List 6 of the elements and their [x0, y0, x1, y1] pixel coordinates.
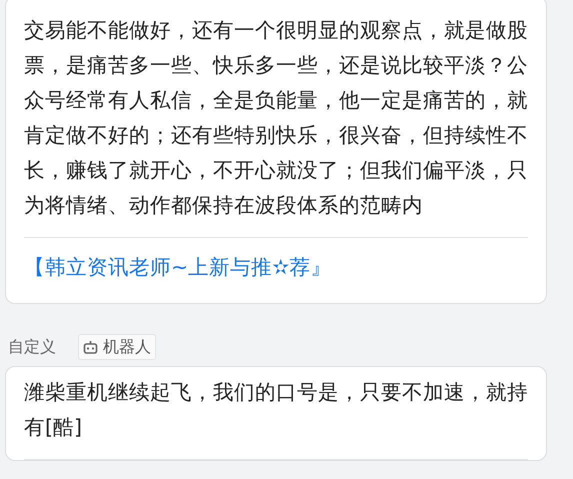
robot-tag: 机器人 — [78, 334, 156, 360]
robot-icon — [83, 340, 98, 354]
recommend-link[interactable]: 【韩立资讯老师~上新与推✫荐』 — [24, 252, 332, 283]
post-text: 交易能不能做好，还有一个很明显的观察点，就是做股票，是痛苦多一些、快乐多一些，还是说比较平淡？公众号经常有人私信，全是负能量，他一定是痛苦的，就肯定做不好的；还有些特别快乐，很兴奋，但持续性不长，赚钱了就开心，不开心就没了；但我们偏平淡，只为将情绪、动作都保持在波段体系的范畴内 — [24, 17, 528, 219]
post-text: 潍柴重机继续起飞，我们的口号是，只要不加速，就持有[酷] — [24, 378, 528, 441]
author-name: 自定义 — [8, 336, 56, 358]
